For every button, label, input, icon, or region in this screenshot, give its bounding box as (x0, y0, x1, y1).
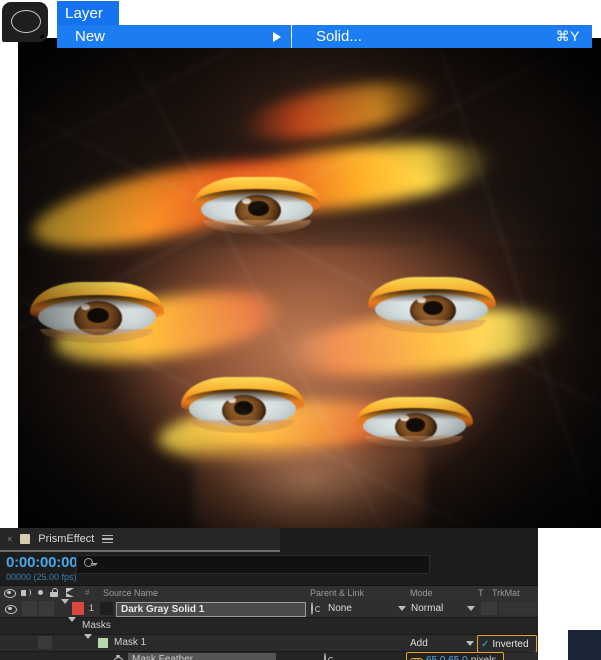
parent-pick-whip-icon[interactable] (311, 602, 322, 615)
composition-viewer[interactable] (18, 38, 601, 536)
table-row[interactable]: 1 Dark Gray Solid 1 None Normal (0, 599, 538, 618)
column-header-index: # (85, 588, 90, 597)
t-cell[interactable] (481, 602, 497, 615)
submenu-item-solid[interactable]: Solid... ⌘Y (292, 25, 592, 48)
menubar-item-layer[interactable]: Layer (57, 1, 119, 25)
ellipse-mask-tool-icon[interactable] (2, 2, 48, 42)
timeline-tab-title[interactable]: PrismEffect (38, 533, 94, 545)
column-header-t[interactable]: T (478, 588, 484, 598)
mask-inverted-label: Inverted (492, 638, 529, 650)
eye-icon[interactable] (4, 589, 16, 598)
chevron-down-icon[interactable] (84, 634, 92, 650)
parent-value: None (328, 603, 352, 614)
solo-icon[interactable] (38, 590, 43, 595)
column-header-row: # Source Name Parent & Link Mode T TrkMa… (0, 585, 538, 657)
chevron-down-icon (467, 606, 475, 611)
mask-feather-row[interactable]: Mask Feather 65.0,65.0 pixels (0, 652, 538, 660)
column-header-mode[interactable]: Mode (410, 588, 433, 598)
menu-divider (291, 25, 292, 48)
layer-label-color[interactable] (72, 602, 84, 615)
current-timecode[interactable]: 0:00:00:00 (6, 554, 78, 571)
mask-feather-value[interactable]: 65.0,65.0 (426, 655, 468, 660)
vignette-overlay (18, 38, 601, 536)
mask-feather-value-group[interactable]: 65.0,65.0 pixels (406, 652, 504, 660)
stopwatch-icon[interactable] (113, 655, 124, 660)
layer-visibility-eye-icon[interactable] (5, 605, 17, 614)
audio-icon[interactable] (21, 588, 31, 597)
chevron-down-icon[interactable] (61, 599, 69, 615)
trkmat-cell[interactable] (499, 602, 537, 615)
column-header-parent-link[interactable]: Parent & Link (310, 588, 364, 598)
label-tag-icon (66, 588, 77, 597)
av-feature-icons (4, 588, 59, 598)
screen-root: Layer New Solid... ⌘Y × PrismEffect 0:00… (0, 0, 601, 660)
submenu-item-solid-shortcut: ⌘Y (555, 28, 580, 44)
frame-rate-info: 00000 (25.00 fps) (6, 572, 77, 582)
search-input[interactable] (76, 555, 430, 574)
composition-icon (20, 534, 31, 544)
mask-inverted-checkbox[interactable]: ✓ Inverted (477, 635, 537, 653)
mask-name-label[interactable]: Mask 1 (114, 637, 146, 648)
chevron-right-icon (273, 31, 281, 42)
parent-dropdown[interactable]: None (328, 602, 406, 615)
mask-feather-label: Mask Feather (132, 654, 194, 660)
column-header-source-name[interactable]: Source Name (103, 588, 158, 598)
checkmark-icon: ✓ (481, 638, 490, 650)
panel-menu-icon[interactable] (102, 534, 114, 544)
layer-name-label: Dark Gray Solid 1 (121, 604, 205, 615)
mask-feather-unit: pixels (471, 655, 497, 660)
search-icon[interactable] (84, 558, 98, 568)
blend-mode-value: Normal (411, 603, 444, 614)
chevron-down-icon (398, 606, 406, 611)
blend-mode-dropdown[interactable]: Normal (411, 602, 475, 615)
tool-flyout-corner-icon (39, 33, 44, 38)
chevron-down-icon (466, 640, 474, 646)
timeline-tab-bar: × PrismEffect (0, 528, 280, 552)
property-pick-whip-icon[interactable] (324, 653, 335, 660)
timeline-header: 0:00:00:00 00000 (25.00 fps) (0, 552, 538, 584)
left-gutter (0, 38, 18, 536)
ellipse-icon (11, 10, 41, 33)
mask-row[interactable]: Mask 1 Add ✓ Inverted (0, 634, 538, 653)
mask-color-swatch[interactable] (98, 638, 108, 648)
menu-item-new-label: New (75, 28, 106, 45)
masks-group-row[interactable]: Masks (0, 617, 538, 635)
mask-lock-cell[interactable] (38, 636, 52, 649)
mask-feather-name-field[interactable]: Mask Feather (128, 653, 276, 660)
submenu-item-solid-label: Solid... (316, 28, 362, 45)
menu-item-new[interactable]: New (57, 25, 291, 48)
chevron-down-icon[interactable] (68, 617, 76, 633)
mask-feather-trailing-cell (504, 653, 537, 660)
menubar-item-layer-label: Layer (65, 4, 104, 22)
masks-group-label: Masks (82, 620, 111, 631)
layer-index: 1 (89, 603, 95, 613)
prism-effect-artwork (18, 38, 601, 536)
lock-icon[interactable] (50, 588, 59, 597)
layer-name-field[interactable]: Dark Gray Solid 1 (116, 602, 306, 617)
layer-av-cells[interactable] (22, 601, 56, 616)
timeline-panel[interactable]: × PrismEffect 0:00:00:00 00000 (25.00 fp… (0, 528, 538, 660)
close-icon[interactable]: × (7, 534, 12, 544)
mask-mode-dropdown[interactable]: Add (410, 636, 474, 650)
menubar-strip (119, 1, 601, 25)
mask-mode-value: Add (410, 637, 428, 649)
corner-panel (568, 630, 601, 660)
column-header-trkmat[interactable]: TrkMat (492, 588, 520, 598)
layer-type-icon (100, 602, 113, 615)
link-dimensions-icon[interactable] (410, 657, 423, 660)
